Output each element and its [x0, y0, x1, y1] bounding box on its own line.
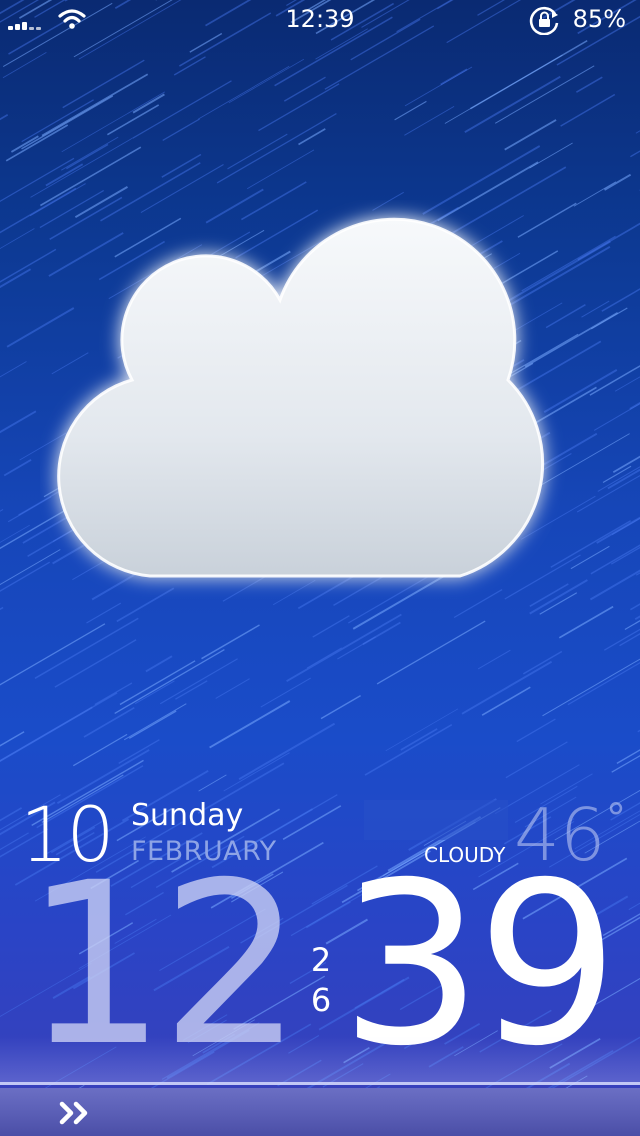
battery-percent: 85% [572, 5, 626, 33]
slider-divider [0, 1082, 640, 1085]
weekday-label: Sunday [131, 798, 244, 833]
double-chevron-right-icon[interactable] [58, 1098, 98, 1128]
rotation-lock-icon [529, 6, 559, 35]
status-bar: 12:39 85% [0, 0, 640, 40]
seconds-tens: 2 [310, 941, 332, 979]
seconds-ones: 6 [310, 981, 332, 1019]
bottom-glow [0, 1036, 640, 1082]
clock-seconds: 2 6 [306, 940, 336, 1020]
lock-screen: 12:39 85% 10 Sunday FEBRUARY CLOUDY 46 °… [0, 0, 640, 1136]
cloud-icon [57, 217, 545, 578]
